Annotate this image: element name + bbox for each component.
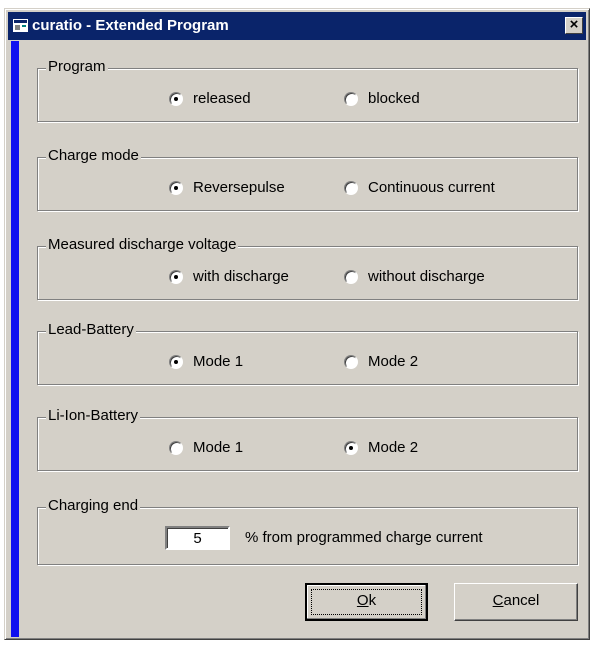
radio-released[interactable]: released	[169, 90, 251, 108]
radio-indicator	[169, 355, 183, 369]
window-title: curatio - Extended Program	[32, 17, 229, 34]
radio-lead-mode-2[interactable]: Mode 2	[344, 353, 418, 371]
cancel-button[interactable]: Cancel	[454, 583, 578, 621]
ok-button[interactable]: Ok	[305, 583, 428, 621]
radio-label: Mode 2	[368, 439, 419, 456]
radio-li-ion-mode-1[interactable]: Mode 1	[169, 439, 243, 457]
radio-indicator	[169, 270, 183, 284]
radio-indicator	[169, 92, 183, 106]
radio-reversepulse[interactable]: Reversepulse	[169, 179, 285, 197]
close-button[interactable]: ×	[565, 17, 583, 34]
group-title: Measured discharge voltage	[46, 236, 239, 254]
radio-label: blocked	[368, 90, 420, 107]
radio-li-ion-mode-2[interactable]: Mode 2	[344, 439, 418, 457]
group-title: Program	[46, 58, 108, 76]
close-icon: ×	[569, 16, 579, 33]
radio-label: Continuous current	[368, 179, 495, 196]
radio-indicator	[344, 92, 358, 106]
accent-bar	[11, 41, 19, 637]
group-title: Charging end	[46, 497, 141, 515]
radio-with-discharge[interactable]: with discharge	[169, 268, 289, 286]
cancel-button-label: Cancel	[492, 592, 540, 609]
radio-label: released	[193, 90, 251, 107]
title-bar[interactable]: curatio - Extended Program ×	[8, 12, 586, 40]
group-li-ion-battery: Li-Ion-Battery Mode 1 Mode 2	[37, 407, 578, 471]
radio-indicator	[344, 181, 358, 195]
radio-label: Mode 2	[368, 353, 419, 370]
radio-label: without discharge	[368, 268, 485, 285]
group-charge-mode: Charge mode Reversepulse Continuous curr…	[37, 147, 578, 211]
radio-indicator	[344, 355, 358, 369]
radio-indicator	[344, 270, 358, 284]
ok-button-label: Ok	[356, 592, 377, 609]
radio-indicator	[169, 441, 183, 455]
charging-end-suffix: % from programmed charge current	[245, 529, 483, 546]
radio-blocked[interactable]: blocked	[344, 90, 420, 108]
radio-label: Mode 1	[193, 353, 244, 370]
radio-without-discharge[interactable]: without discharge	[344, 268, 485, 286]
radio-indicator	[344, 441, 358, 455]
radio-lead-mode-1[interactable]: Mode 1	[169, 353, 243, 371]
radio-label: Reversepulse	[193, 179, 285, 196]
dialog-window: curatio - Extended Program × Program rel…	[4, 8, 590, 640]
group-title: Charge mode	[46, 147, 141, 165]
charging-end-percent-input[interactable]	[165, 526, 230, 550]
app-icon	[13, 19, 28, 32]
radio-label: with discharge	[193, 268, 289, 285]
radio-label: Mode 1	[193, 439, 244, 456]
group-measured-discharge-voltage: Measured discharge voltage with discharg…	[37, 236, 578, 300]
group-title: Lead-Battery	[46, 321, 136, 339]
radio-continuous-current[interactable]: Continuous current	[344, 179, 495, 197]
group-program: Program released blocked	[37, 58, 578, 122]
group-title: Li-Ion-Battery	[46, 407, 141, 425]
group-charging-end: Charging end % from programmed charge cu…	[37, 497, 578, 565]
radio-indicator	[169, 181, 183, 195]
group-lead-battery: Lead-Battery Mode 1 Mode 2	[37, 321, 578, 385]
